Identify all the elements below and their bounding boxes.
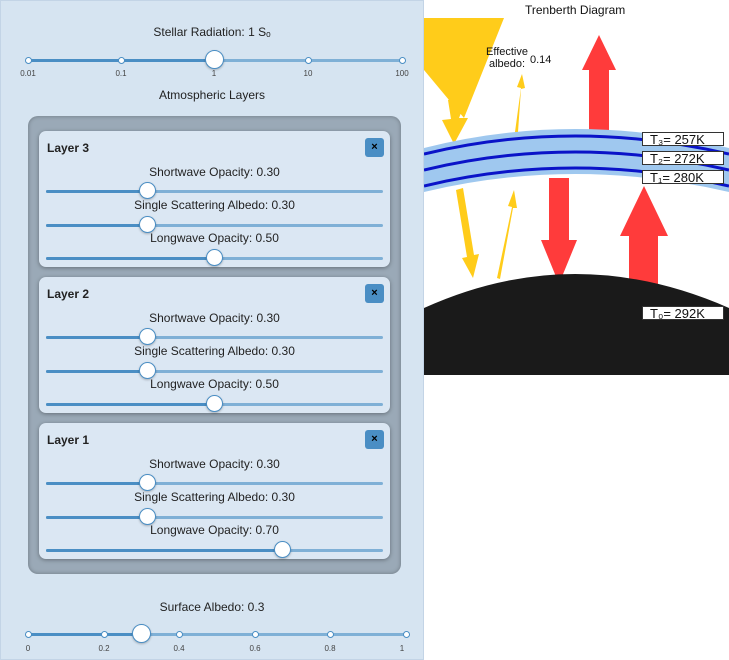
slider-thumb[interactable] bbox=[132, 624, 151, 643]
single-scattering-albedo-label: Single Scattering Albedo: 0.30 bbox=[134, 344, 295, 358]
effective-label-line1: Effective bbox=[486, 46, 528, 58]
surface-temperature: T₀= 292K bbox=[642, 306, 724, 321]
stellar-radiation-label: Stellar Radiation: 1 Sₒ bbox=[153, 25, 271, 39]
layer-title: Layer 2 bbox=[47, 287, 90, 301]
single-scattering-albedo-label: Single Scattering Albedo: 0.30 bbox=[134, 490, 295, 504]
slider-thumb[interactable] bbox=[274, 541, 291, 558]
close-button[interactable]: × bbox=[365, 430, 384, 449]
longwave-opacity-label: Longwave Opacity: 0.50 bbox=[150, 231, 279, 245]
longwave-opacity-slider[interactable] bbox=[46, 249, 383, 269]
slider-fill bbox=[46, 224, 147, 227]
back-radiation-arrow bbox=[541, 178, 577, 284]
tick-label: 1 bbox=[399, 644, 405, 653]
slider-tick bbox=[101, 631, 108, 638]
layer-3-temperature: T₃= 257K bbox=[642, 132, 724, 147]
effective-albedo-label: Effective albedo: bbox=[486, 46, 528, 70]
tick-label: 10 bbox=[303, 69, 313, 78]
surface-longwave-arrow bbox=[620, 186, 668, 286]
slider-fill bbox=[46, 370, 147, 373]
longwave-opacity-label: Longwave Opacity: 0.50 bbox=[150, 377, 279, 391]
effective-label-line2: albedo: bbox=[488, 58, 526, 70]
tick-label: 0.8 bbox=[324, 644, 336, 653]
ground bbox=[424, 274, 729, 375]
slider-fill bbox=[28, 633, 141, 636]
slider-fill bbox=[46, 336, 147, 339]
slider-thumb[interactable] bbox=[139, 474, 156, 491]
stellar-radiation-slider[interactable] bbox=[25, 50, 406, 71]
slider-thumb[interactable] bbox=[206, 395, 223, 412]
layer-card: Layer 1 × Shortwave Opacity: 0.30 Single… bbox=[39, 423, 390, 559]
layer-card: Layer 3 × Shortwave Opacity: 0.30 Single… bbox=[39, 131, 390, 267]
close-button[interactable]: × bbox=[365, 284, 384, 303]
tick-label: 0.6 bbox=[249, 644, 261, 653]
surface-albedo-slider[interactable] bbox=[25, 624, 410, 645]
slider-fill bbox=[46, 403, 214, 406]
slider-tick bbox=[176, 631, 183, 638]
layer-card: Layer 2 × Shortwave Opacity: 0.30 Single… bbox=[39, 277, 390, 413]
layer-1-temperature: T₁= 280K bbox=[642, 170, 724, 185]
longwave-opacity-slider[interactable] bbox=[46, 395, 383, 415]
slider-fill bbox=[46, 257, 214, 260]
shortwave-opacity-label: Shortwave Opacity: 0.30 bbox=[149, 165, 280, 179]
surface-albedo-label: Surface Albedo: 0.3 bbox=[159, 600, 265, 614]
slider-thumb[interactable] bbox=[206, 249, 223, 266]
slider-fill bbox=[46, 549, 282, 552]
slider-tick bbox=[118, 57, 125, 64]
slider-tick bbox=[327, 631, 334, 638]
effective-albedo-value: 0.14 bbox=[530, 54, 552, 66]
slider-tick bbox=[403, 631, 410, 638]
slider-thumb[interactable] bbox=[139, 182, 156, 199]
layer-2-temperature: T₂= 272K bbox=[642, 151, 724, 166]
shortwave-opacity-label: Shortwave Opacity: 0.30 bbox=[149, 311, 280, 325]
slider-tick bbox=[25, 631, 32, 638]
layer-title: Layer 1 bbox=[47, 433, 90, 447]
trenberth-diagram: Trenberth Diagram Effective albedo: 0.14 bbox=[424, 0, 729, 660]
atmospheric-layers-heading: Atmospheric Layers bbox=[158, 88, 266, 102]
slider-fill bbox=[46, 482, 147, 485]
tick-label: 100 bbox=[395, 69, 409, 78]
tick-label: 0.2 bbox=[98, 644, 110, 653]
shortwave-down-arrow bbox=[456, 188, 479, 278]
reflected-up-arrow bbox=[497, 190, 517, 279]
tick-label: 0.01 bbox=[20, 69, 36, 78]
slider-tick bbox=[252, 631, 259, 638]
incoming-solar-arrow bbox=[442, 95, 468, 144]
single-scattering-albedo-label: Single Scattering Albedo: 0.30 bbox=[134, 198, 295, 212]
slider-fill bbox=[46, 190, 147, 193]
tick-label: 0.4 bbox=[173, 644, 185, 653]
slider-tick bbox=[399, 57, 406, 64]
tick-label: 1 bbox=[211, 69, 217, 78]
diagram-canvas bbox=[424, 18, 729, 375]
tick-label: 0.1 bbox=[115, 69, 127, 78]
slider-tick bbox=[25, 57, 32, 64]
outgoing-longwave-arrow bbox=[582, 35, 616, 130]
longwave-opacity-slider[interactable] bbox=[46, 541, 383, 561]
longwave-opacity-label: Longwave Opacity: 0.70 bbox=[150, 523, 279, 537]
close-button[interactable]: × bbox=[365, 138, 384, 157]
layer-title: Layer 3 bbox=[47, 141, 90, 155]
diagram-title: Trenberth Diagram bbox=[525, 3, 626, 17]
tick-label: 0 bbox=[25, 644, 31, 653]
slider-fill bbox=[46, 516, 147, 519]
controls-panel: Stellar Radiation: 1 Sₒ 0.01 0.1 1 10 10… bbox=[0, 0, 424, 660]
slider-thumb[interactable] bbox=[139, 328, 156, 345]
effective-albedo-arrow bbox=[515, 74, 525, 132]
shortwave-opacity-label: Shortwave Opacity: 0.30 bbox=[149, 457, 280, 471]
slider-thumb[interactable] bbox=[205, 50, 224, 69]
slider-tick bbox=[305, 57, 312, 64]
